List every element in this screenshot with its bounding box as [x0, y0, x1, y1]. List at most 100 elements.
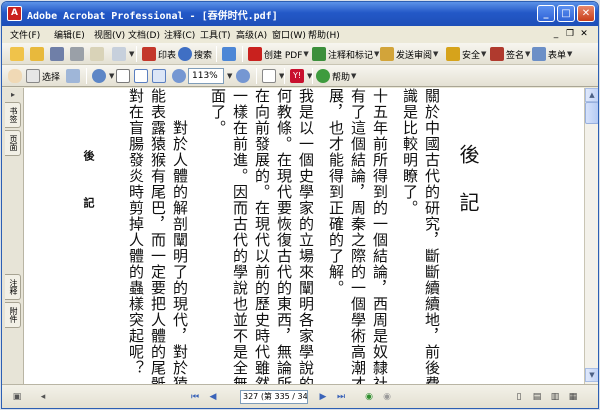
snapshot-button[interactable] [66, 68, 82, 84]
scroll-down-button[interactable]: ▼ [585, 368, 598, 382]
fit-width-button[interactable] [152, 68, 168, 84]
zoom-input[interactable]: 113% [188, 68, 224, 84]
previous-view-button[interactable]: ◉ [362, 390, 376, 404]
menu-view[interactable]: 视图(V) [94, 28, 125, 41]
tab-comments[interactable]: 注释 [5, 274, 21, 300]
send-review-button[interactable]: 发送审阅 ▼ [380, 46, 438, 62]
print-labeled-button[interactable]: 印表 [142, 46, 176, 62]
vertical-scrollbar[interactable]: ▲ ▼ [584, 88, 598, 384]
create-pdf-small-button[interactable] [10, 46, 26, 62]
chevron-down-icon: ▼ [109, 72, 115, 80]
email-button[interactable] [90, 46, 106, 62]
menu-comments[interactable]: 注释(C) [164, 28, 195, 41]
text-column: 我是以一個史學家的立場來闡明各家學說的 [297, 88, 315, 384]
review-comment-button[interactable]: 注释和标记 ▼ [312, 46, 379, 62]
secure-button[interactable]: 安全 ▼ [446, 46, 486, 62]
close-button[interactable]: ✕ [577, 5, 595, 22]
single-page-view-button[interactable]: ▯ [512, 390, 526, 404]
search-button[interactable]: 搜索 [178, 46, 212, 62]
select-tool-button[interactable]: 选择 [26, 68, 60, 84]
tab-pages[interactable]: 页面 [5, 130, 21, 156]
yahoo-toolbar-button[interactable]: Y! ▼ [290, 68, 312, 84]
attach-button[interactable]: ▼ [112, 46, 134, 62]
zoom-dropdown[interactable]: ▼ [226, 68, 232, 84]
text-column: 何教條。在現代要恢復古代的東西，無論所恢復 [275, 88, 293, 384]
next-view-button[interactable]: ◉ [380, 390, 394, 404]
search-icon [178, 47, 192, 61]
doc-close-button[interactable]: ✕ [578, 28, 590, 40]
window-title: Adobe Acrobat Professional - [吞併时代.pdf] [27, 11, 278, 22]
search-label: 搜索 [194, 50, 213, 61]
chevron-down-icon: ▼ [481, 50, 487, 58]
create-pdf-button[interactable]: 创建 PDF ▼ [248, 46, 309, 62]
navigation-toolbar: 选择 ▼ 113% ▼ ▼ Y! ▼ 帮助 ▼ [2, 65, 598, 87]
minimize-button[interactable]: _ [537, 5, 555, 22]
maximize-button[interactable]: □ [557, 5, 575, 22]
help-icon [316, 69, 330, 83]
doc-minimize-button[interactable]: _ [550, 28, 562, 40]
facing-view-button[interactable]: ▥ [548, 390, 562, 404]
scroll-left-icon[interactable]: ◂ [36, 390, 50, 404]
hand-icon [8, 69, 22, 83]
find-web-button[interactable] [222, 46, 238, 62]
text-column: 能表露猿猴有尾巴，而一定要把人體的尾骶骨跨 [149, 88, 167, 384]
text-column: 識是比較明瞭了。 [401, 88, 419, 216]
text-column: 關於中國古代的研究，斷斷續續地，前後費 [423, 88, 441, 384]
tab-bookmarks[interactable]: 书签 [5, 102, 21, 128]
help-button[interactable]: 帮助 ▼ [316, 68, 356, 84]
fit-page-button[interactable] [134, 68, 150, 84]
navigation-pane: ▸ 书签 页面 注释 附件 [2, 88, 24, 384]
hand-tool-button[interactable] [8, 68, 24, 84]
create-pdf-icon [248, 47, 262, 61]
open-button[interactable] [30, 46, 46, 62]
menu-edit[interactable]: 编辑(E) [54, 28, 85, 41]
page-number-input[interactable]: 327 (第 335 / 342 页) [240, 390, 308, 404]
menu-file[interactable]: 文件(F) [10, 28, 40, 41]
document-view[interactable]: 後記 關於中國古代的研究，斷斷續續地，前後費 識是比較明瞭了。 十五年前所得到的… [24, 88, 584, 384]
previous-page-button[interactable]: ◀ [206, 390, 220, 404]
zoom-out-button[interactable] [172, 68, 188, 84]
menu-document[interactable]: 文档(D) [128, 28, 160, 41]
globe-icon [222, 47, 236, 61]
help-label: 帮助 [332, 72, 351, 83]
first-page-button[interactable]: ⏮ [188, 390, 202, 404]
menu-tools[interactable]: 工具(T) [200, 28, 231, 41]
continuous-facing-view-button[interactable]: ▦ [566, 390, 580, 404]
title-bar[interactable]: A Adobe Acrobat Professional - [吞併时代.pdf… [2, 2, 598, 26]
menu-window[interactable]: 窗口(W) [272, 28, 306, 41]
save-button[interactable] [50, 46, 66, 62]
menu-bar: 文件(F) 编辑(E) 视图(V) 文档(D) 注释(C) 工具(T) 高级(A… [2, 26, 598, 43]
menu-advanced[interactable]: 高级(A) [236, 28, 267, 41]
minus-icon [172, 69, 186, 83]
menu-help[interactable]: 帮助(H) [308, 28, 340, 41]
yahoo-icon: Y! [290, 69, 304, 83]
page-icon [116, 69, 130, 83]
forms-button[interactable]: 表单 ▼ [532, 46, 572, 62]
next-page-button[interactable]: ▶ [316, 390, 330, 404]
page-layout-button[interactable]: ▼ [262, 68, 284, 84]
doc-restore-button[interactable]: ❐ [564, 28, 576, 40]
toolbar-divider [256, 68, 257, 84]
actual-size-button[interactable] [116, 68, 132, 84]
text-column: 有了這個結論，周秦之際的一個學術高潮才 [349, 88, 367, 384]
continuous-view-button[interactable]: ▤ [530, 390, 544, 404]
fit-width-icon [152, 69, 166, 83]
folder-open-icon [30, 47, 44, 61]
print-button[interactable] [70, 46, 86, 62]
pane-options-icon[interactable]: ▸ [6, 90, 20, 102]
scroll-up-button[interactable]: ▲ [585, 88, 598, 102]
chapter-heading: 後記 [456, 144, 480, 240]
scroll-thumb[interactable] [585, 102, 598, 124]
review-comment-label: 注释和标记 [328, 50, 374, 61]
zoom-tool-button[interactable]: ▼ [92, 68, 114, 84]
chevron-down-icon: ▼ [303, 50, 309, 58]
zoom-in-button[interactable] [236, 68, 252, 84]
camera-icon [66, 69, 80, 83]
toolbar-divider [312, 68, 313, 84]
last-page-button[interactable]: ⏭ [334, 390, 348, 404]
acrobat-app-icon: A [7, 6, 22, 21]
tab-attachments[interactable]: 附件 [5, 302, 21, 328]
sign-button[interactable]: 签名 ▼ [490, 46, 530, 62]
print-icon [142, 47, 156, 61]
text-column: 面了。 [209, 88, 227, 136]
